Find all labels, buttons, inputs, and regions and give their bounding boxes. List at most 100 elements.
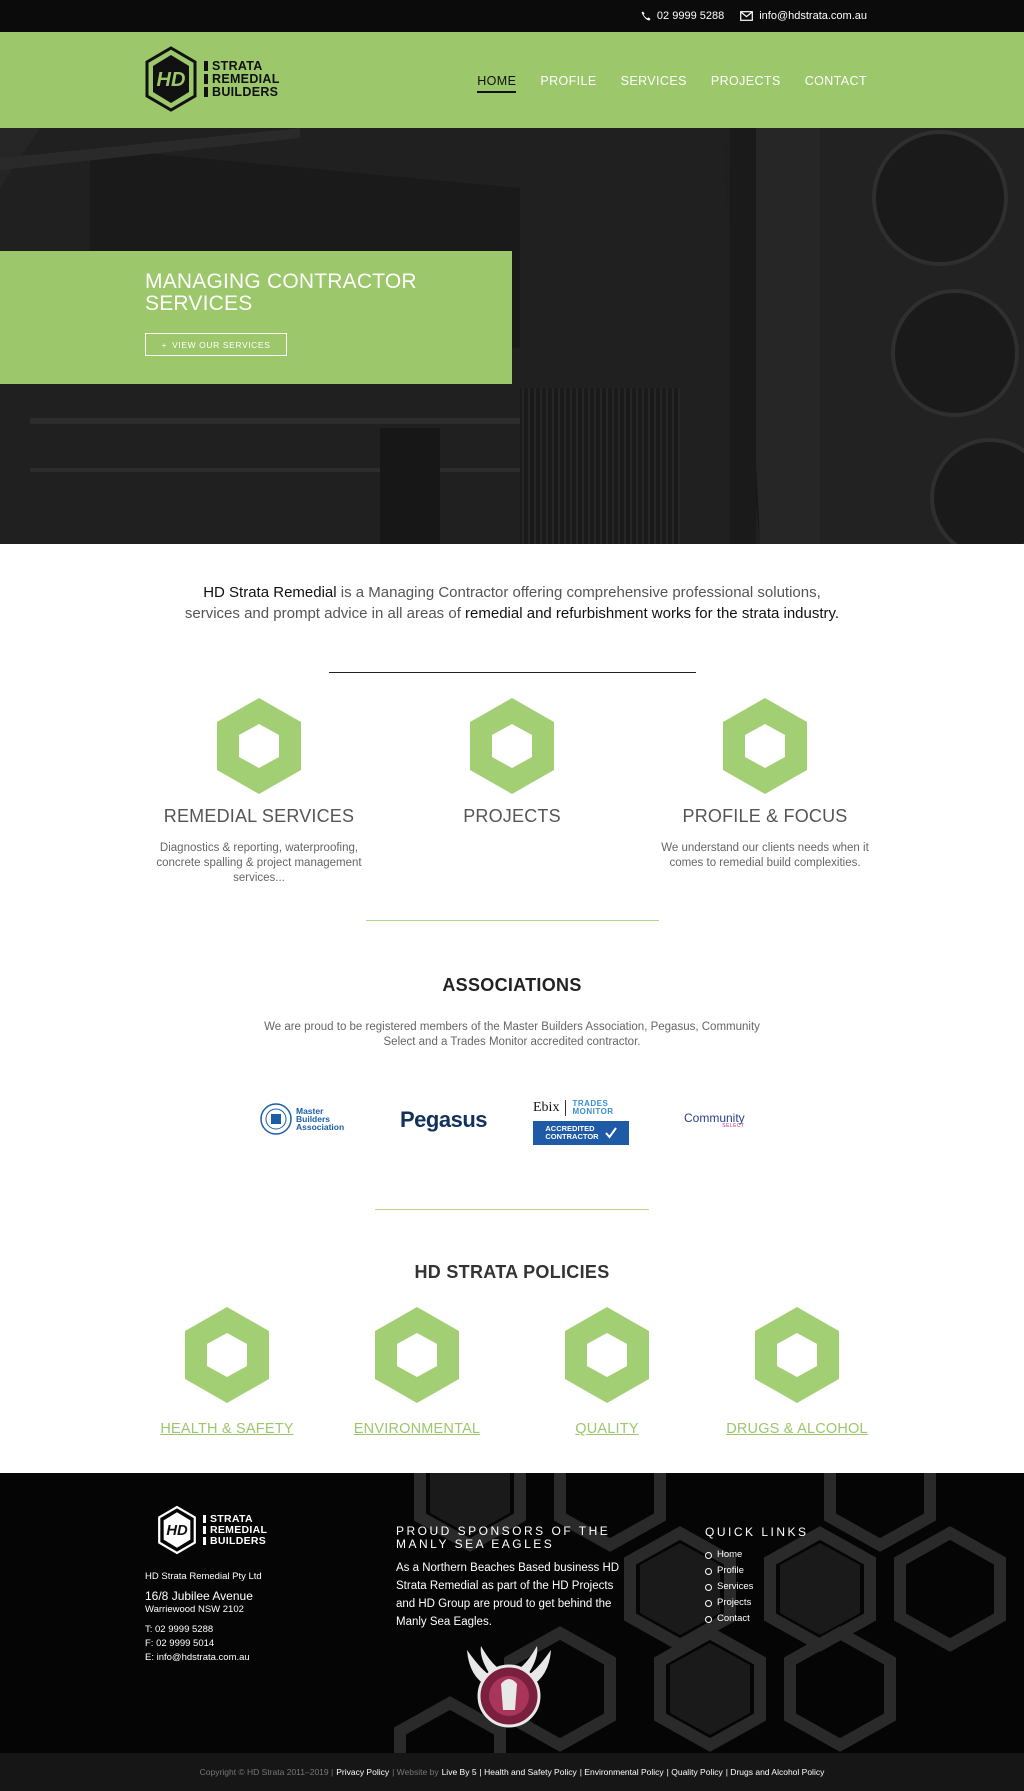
ebix-text: Ebix (533, 1100, 560, 1115)
site-logo[interactable]: HD STRATA REMEDIAL BUILDERS (144, 46, 280, 112)
hexagon-icon (217, 698, 301, 794)
quick-link-projects[interactable]: Projects (705, 1595, 809, 1611)
quality-policy-link[interactable]: | Quality Policy (667, 1767, 723, 1777)
circle-bullet-icon (705, 1599, 712, 1607)
hexagon-icon (723, 698, 807, 794)
copyright-text: Copyright © HD Strata 2011–2019 | (199, 1767, 334, 1777)
accredited-badge: ACCREDITED CONTRACTOR (533, 1121, 629, 1145)
feature-remedial-services[interactable]: REMEDIAL SERVICES Diagnostics & reportin… (129, 698, 389, 886)
logo-line-2: REMEDIAL (210, 1523, 268, 1536)
footer-email[interactable]: E: info@hdstrata.com.au (145, 1651, 262, 1665)
associations-text: We are proud to be registered members of… (264, 1021, 760, 1048)
hero-banner: MANAGING CONTRACTOR SERVICES + VIEW OUR … (0, 128, 1024, 544)
quick-link-contact[interactable]: Contact (705, 1611, 809, 1627)
community-select-logo[interactable]: Community SELECT (684, 1111, 745, 1129)
site-header: HD STRATA REMEDIAL BUILDERS HOME PROFILE… (0, 32, 1024, 128)
mba-emblem-icon (260, 1103, 292, 1135)
hexagon-icon (375, 1307, 459, 1403)
footer-phone[interactable]: T: 02 9999 5288 (145, 1623, 262, 1637)
nav-projects[interactable]: PROJECTS (711, 74, 781, 93)
divider-green (366, 920, 659, 921)
policy-link[interactable]: QUALITY (575, 1421, 638, 1437)
quick-link-label: Contact (717, 1613, 750, 1624)
nav-home[interactable]: HOME (477, 74, 517, 93)
intro-line1: is a Managing Contractor offering compre… (336, 584, 821, 601)
drugs-alcohol-policy-link[interactable]: | Drugs and Alcohol Policy (726, 1767, 825, 1777)
logo-wordmark: STRATA REMEDIAL BUILDERS (204, 58, 280, 99)
feature-title: PROFILE & FOCUS (682, 806, 848, 826)
view-services-button[interactable]: + VIEW OUR SERVICES (145, 333, 287, 356)
website-by-text: | Website by (392, 1767, 439, 1777)
sponsor-text: As a Northern Beaches Based business HD … (396, 1562, 620, 1628)
intro-emphasis: remedial and refurbishment works for the… (465, 605, 840, 622)
live-by-5-link[interactable]: Live By 5 (442, 1767, 477, 1777)
feature-profile-focus[interactable]: PROFILE & FOCUS We understand our client… (635, 698, 895, 871)
policy-link[interactable]: HEALTH & SAFETY (160, 1421, 293, 1437)
feature-text: Diagnostics & reporting, waterproofing, … (156, 842, 362, 884)
hero-callout: MANAGING CONTRACTOR SERVICES + VIEW OUR … (0, 251, 512, 384)
footer-fax: F: 02 9999 5014 (145, 1638, 215, 1649)
circle-bullet-icon (705, 1583, 712, 1591)
master-builders-logo[interactable]: Master Builders Association (260, 1103, 344, 1135)
policies-title: HD STRATA POLICIES (414, 1262, 610, 1282)
top-phone[interactable]: 02 9999 5288 (641, 10, 724, 22)
policy-drugs-alcohol: DRUGS & ALCOHOL (702, 1307, 892, 1438)
privacy-policy-link[interactable]: Privacy Policy (336, 1767, 389, 1777)
footer-logo[interactable]: HD STRATA REMEDIAL BUILDERS (157, 1505, 267, 1555)
logo-line-3: BUILDERS (210, 1534, 267, 1547)
hd-hexagon-logo-icon: HD (158, 1505, 196, 1555)
associations-title: ASSOCIATIONS (442, 975, 582, 995)
nav-services[interactable]: SERVICES (621, 74, 687, 93)
hexagon-icon (565, 1307, 649, 1403)
pegasus-logo[interactable]: Pegasus (400, 1107, 488, 1133)
intro-company: HD Strata Remedial (203, 584, 337, 601)
manly-sea-eagles-logo[interactable] (461, 1640, 557, 1732)
policy-link[interactable]: DRUGS & ALCOHOL (726, 1421, 868, 1437)
feature-title: REMEDIAL SERVICES (163, 806, 355, 826)
svg-text:HD: HD (166, 1523, 188, 1539)
divider-green (375, 1209, 649, 1210)
quick-link-services[interactable]: Services (705, 1579, 809, 1595)
company-name: HD Strata Remedial Pty Ltd (145, 1571, 262, 1582)
hexagon-icon (470, 698, 554, 794)
intro-line2: services and prompt advice in all areas … (184, 605, 466, 622)
feature-text: We understand our clients needs when it … (661, 842, 869, 869)
top-bar: 02 9999 5288 info@hdstrata.com.au (0, 0, 1024, 32)
quick-links-title: QUICK LINKS (705, 1525, 809, 1539)
quick-link-home[interactable]: Home (705, 1547, 809, 1563)
nav-profile[interactable]: PROFILE (540, 74, 596, 93)
policy-link[interactable]: ENVIRONMENTAL (354, 1421, 480, 1437)
nav-contact[interactable]: CONTACT (805, 74, 867, 93)
hero-title: MANAGING CONTRACTOR SERVICES (145, 270, 417, 315)
policy-health-safety: HEALTH & SAFETY (132, 1307, 322, 1438)
trades-monitor-logo[interactable]: Ebix TRADES MONITOR ACCREDITED CONTRACTO… (533, 1097, 629, 1145)
hexagon-icon (185, 1307, 269, 1403)
policy-quality: QUALITY (512, 1307, 702, 1438)
top-email[interactable]: info@hdstrata.com.au (740, 10, 867, 22)
view-services-label: VIEW OUR SERVICES (172, 339, 271, 350)
logo-line-2: REMEDIAL (212, 71, 280, 86)
top-contact: 02 9999 5288 info@hdstrata.com.au (641, 10, 867, 22)
quick-link-label: Services (717, 1581, 754, 1592)
health-safety-policy-link[interactable]: | Health and Safety Policy (480, 1767, 577, 1777)
environmental-policy-link[interactable]: | Environmental Policy (580, 1767, 664, 1777)
policy-environmental: ENVIRONMENTAL (322, 1307, 512, 1438)
divider-dark (329, 672, 696, 673)
feature-title: PROJECTS (463, 806, 561, 826)
top-email-text: info@hdstrata.com.au (759, 10, 867, 22)
hd-hexagon-logo-icon: HD (145, 46, 197, 112)
intro-text: HD Strata Remedial is a Managing Contrac… (0, 582, 1024, 624)
circle-bullet-icon (705, 1615, 712, 1623)
quick-link-label: Projects (717, 1597, 752, 1608)
address-line-1: 16/8 Jubilee Avenue (145, 1589, 253, 1603)
svg-text:HD: HD (157, 69, 186, 91)
logo-line-1: STRATA (212, 58, 263, 73)
main-nav: HOME PROFILE SERVICES PROJECTS CONTACT (477, 74, 867, 93)
sponsor-title: PROUD SPONSORS OF THE MANLY SEA EAGLES (396, 1524, 611, 1551)
circle-bullet-icon (705, 1567, 712, 1575)
association-logos: Master Builders Association Pegasus Ebix… (0, 1093, 1024, 1153)
feature-projects[interactable]: PROJECTS (382, 698, 642, 841)
check-icon (604, 1127, 617, 1139)
copyright-bar: Copyright © HD Strata 2011–2019 | Privac… (0, 1753, 1024, 1791)
quick-link-profile[interactable]: Profile (705, 1563, 809, 1579)
